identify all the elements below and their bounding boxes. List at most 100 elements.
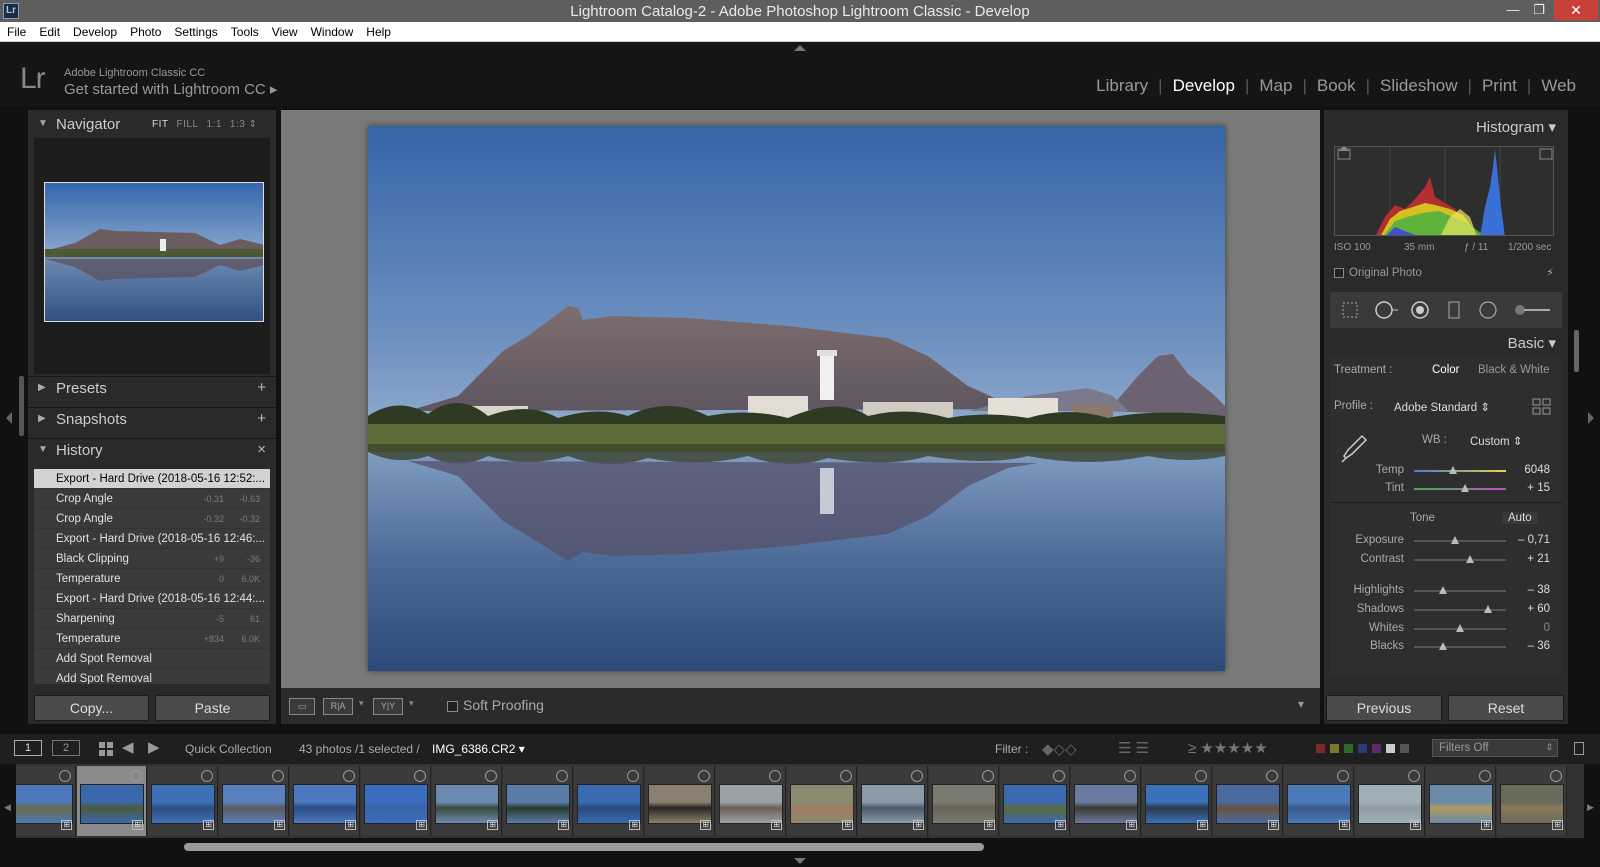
exposure-slider[interactable]: Exposure – 0,71: [1330, 532, 1562, 550]
slider-thumb[interactable]: [1483, 605, 1492, 613]
filmstrip-thumbnail[interactable]: ⊞: [290, 766, 360, 836]
badge-circle-icon[interactable]: [343, 770, 355, 782]
adjustment-brush-icon[interactable]: [1512, 300, 1552, 320]
badge-circle-icon[interactable]: [1195, 770, 1207, 782]
red-eye-icon[interactable]: [1410, 300, 1430, 320]
reset-button[interactable]: Reset: [1448, 695, 1564, 721]
filmstrip-source[interactable]: Quick Collection: [185, 742, 272, 756]
flag-filter-icon[interactable]: ◆◇◇: [1042, 740, 1077, 758]
module-print[interactable]: Print: [1472, 76, 1527, 96]
right-panel-scrollbar[interactable]: [1574, 330, 1579, 372]
zoom-fill[interactable]: FILL: [177, 119, 199, 130]
slider-track[interactable]: [1414, 559, 1506, 561]
left-panel-scrollbar[interactable]: [19, 376, 24, 436]
history-item[interactable]: Export - Hard Drive (2018-05-16 12:44:..…: [34, 589, 270, 609]
badge-circle-icon[interactable]: [1266, 770, 1278, 782]
filmstrip-thumbnail[interactable]: ⊞: [16, 766, 76, 836]
maximize-button[interactable]: ❐: [1526, 0, 1552, 20]
slider-thumb[interactable]: [1448, 466, 1457, 474]
navigator-preview[interactable]: [34, 138, 270, 374]
whites-slider[interactable]: Whites 0: [1330, 620, 1562, 638]
slider-thumb[interactable]: [1438, 586, 1447, 594]
before-after-yy-icon[interactable]: Y|Y: [373, 698, 403, 715]
wb-select[interactable]: Custom ⇕: [1470, 434, 1522, 448]
history-item[interactable]: Add Spot Removal: [34, 669, 270, 684]
before-after-ra-dropdown-icon[interactable]: ▾: [359, 698, 364, 709]
filmstrip-right-arrow-icon[interactable]: ▶: [1587, 802, 1594, 813]
original-photo-checkbox[interactable]: [1334, 267, 1344, 278]
slider-thumb[interactable]: [1439, 642, 1448, 650]
soft-proofing-toggle[interactable]: Soft Proofing: [447, 697, 544, 713]
filmstrip-thumbnail[interactable]: ⊞: [929, 766, 999, 836]
spot-removal-icon[interactable]: [1374, 300, 1400, 320]
shadows-slider[interactable]: Shadows + 60: [1330, 601, 1562, 619]
zoom-fit[interactable]: FIT: [152, 119, 169, 130]
slider-track[interactable]: [1414, 646, 1506, 648]
badge-circle-icon[interactable]: [769, 770, 781, 782]
module-map[interactable]: Map: [1249, 76, 1302, 96]
badge-circle-icon[interactable]: [698, 770, 710, 782]
get-started-link[interactable]: Get started with Lightroom CC ▸: [64, 80, 277, 98]
filmstrip-thumbnail[interactable]: ⊞: [1497, 766, 1567, 836]
badge-circle-icon[interactable]: [1053, 770, 1065, 782]
filmstrip-thumbnail[interactable]: ⊞: [1000, 766, 1070, 836]
module-web[interactable]: Web: [1531, 76, 1586, 96]
treatment-color[interactable]: Color: [1432, 364, 1459, 376]
filmstrip-thumbnail[interactable]: ⊞: [148, 766, 218, 836]
menu-tools[interactable]: Tools: [224, 22, 265, 39]
graduated-filter-icon[interactable]: [1444, 300, 1464, 320]
second-screen-button[interactable]: 2: [52, 740, 80, 756]
profile-browser-icon[interactable]: [1532, 398, 1552, 416]
slider-thumb[interactable]: [1466, 555, 1475, 563]
filmstrip-thumbnail[interactable]: ⊞: [858, 766, 928, 836]
histogram-header[interactable]: Histogram ▾: [1476, 118, 1556, 136]
contrast-slider[interactable]: Contrast + 21: [1330, 551, 1562, 569]
before-after-ra-icon[interactable]: R|A: [323, 698, 353, 715]
back-arrow-icon[interactable]: ◀: [122, 738, 134, 756]
history-item[interactable]: Temperature 0 6.0K: [34, 569, 270, 589]
slider-value[interactable]: – 0,71: [1518, 534, 1550, 546]
menu-view[interactable]: View: [265, 22, 304, 39]
profile-select[interactable]: Adobe Standard ⇕: [1394, 400, 1490, 414]
menu-develop[interactable]: Develop: [66, 22, 123, 39]
badge-circle-icon[interactable]: [201, 770, 213, 782]
filmstrip-thumbnail[interactable]: ⊞: [787, 766, 857, 836]
menu-settings[interactable]: Settings: [167, 22, 223, 39]
zoom-1-1[interactable]: 1:1: [207, 119, 222, 130]
bottom-panel-toggle-icon[interactable]: [794, 858, 806, 864]
crop-tool-icon[interactable]: [1340, 300, 1360, 320]
slider-track[interactable]: [1414, 470, 1506, 472]
loupe-view-icon[interactable]: ▭: [289, 698, 315, 715]
close-button[interactable]: ✕: [1554, 0, 1598, 20]
blacks-slider[interactable]: Blacks – 36: [1330, 638, 1562, 656]
main-photo[interactable]: [368, 126, 1225, 671]
slider-value[interactable]: + 15: [1527, 482, 1550, 494]
badge-circle-icon[interactable]: [414, 770, 426, 782]
right-panel-toggle-icon[interactable]: [1588, 412, 1594, 424]
history-item[interactable]: Export - Hard Drive (2018-05-16 12:46:..…: [34, 529, 270, 549]
filmstrip-thumbnail[interactable]: ⊞: [432, 766, 502, 836]
badge-circle-icon[interactable]: [485, 770, 497, 782]
badge-circle-icon[interactable]: [840, 770, 852, 782]
slider-track[interactable]: [1414, 609, 1506, 611]
history-header[interactable]: ▼ History ×: [28, 436, 276, 466]
soft-proofing-checkbox[interactable]: [447, 700, 458, 712]
tint-slider[interactable]: Tint + 15: [1330, 480, 1562, 498]
snapshots-header[interactable]: ▶ Snapshots +: [28, 405, 276, 435]
navigator-thumbnail[interactable]: [44, 182, 264, 322]
history-item[interactable]: Add Spot Removal: [34, 649, 270, 669]
filmstrip-thumbnail[interactable]: ⊞: [1284, 766, 1354, 836]
filmstrip-scrollbar[interactable]: [184, 843, 984, 851]
slider-value[interactable]: – 36: [1528, 640, 1550, 652]
menu-edit[interactable]: Edit: [32, 22, 66, 39]
treatment-black-white[interactable]: Black & White: [1478, 364, 1550, 376]
filmstrip-thumbnail[interactable]: ⊞: [1355, 766, 1425, 836]
history-item[interactable]: Crop Angle -0.31 -0.63: [34, 489, 270, 509]
filmstrip-left-arrow-icon[interactable]: ◀: [4, 802, 11, 813]
presets-header[interactable]: ▶ Presets +: [28, 374, 276, 404]
menu-help[interactable]: Help: [359, 22, 397, 39]
slider-thumb[interactable]: [1451, 536, 1460, 544]
badge-circle-icon[interactable]: [1408, 770, 1420, 782]
history-item[interactable]: Crop Angle -0.32 -0.32: [34, 509, 270, 529]
badge-circle-icon[interactable]: [1337, 770, 1349, 782]
